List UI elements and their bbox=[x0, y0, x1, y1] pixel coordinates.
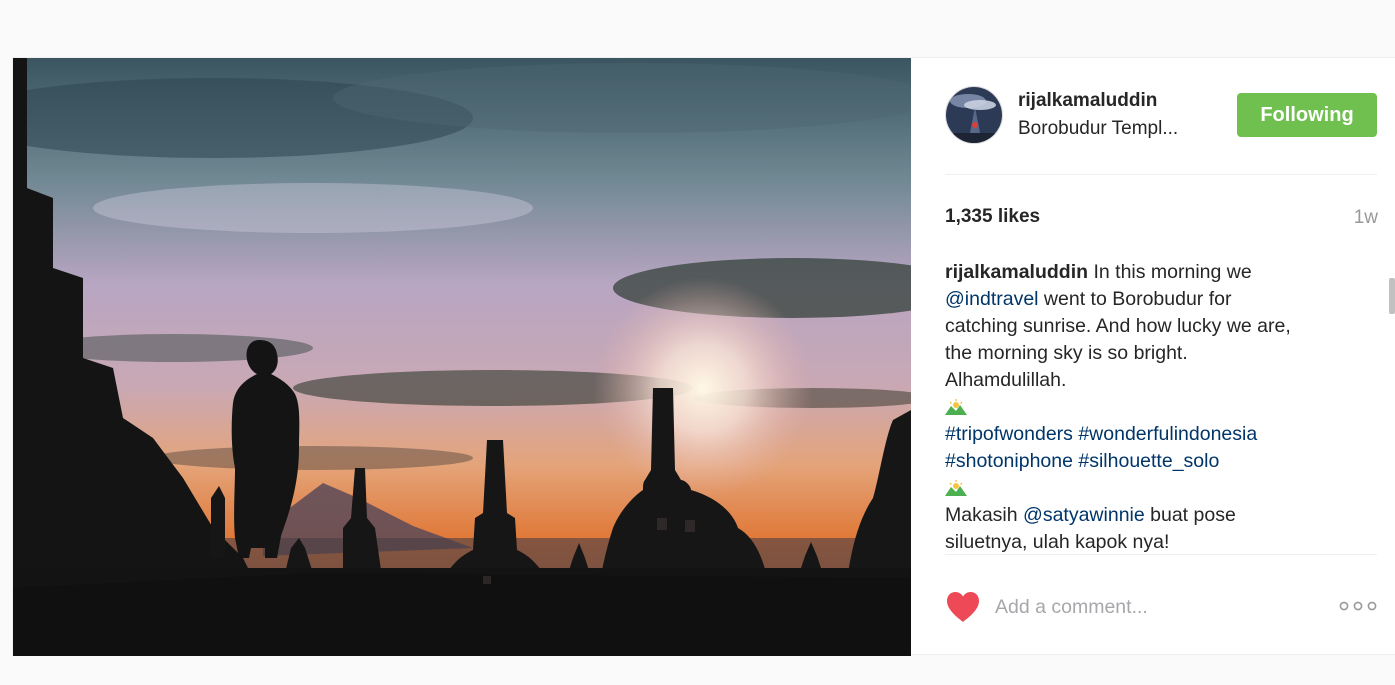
more-options-icon[interactable] bbox=[1339, 598, 1377, 614]
caption-text: catching sunrise. And how lucky we are, bbox=[945, 315, 1291, 337]
post-photo[interactable] bbox=[13, 58, 911, 656]
caption-text: went to Borobudur for bbox=[1038, 288, 1232, 310]
hashtag-link[interactable]: #shotoniphone bbox=[945, 450, 1073, 472]
caption-line: rijalkamaluddin In this morning we bbox=[945, 259, 1345, 286]
mountain-sunrise-emoji-icon bbox=[945, 399, 967, 415]
post-time[interactable]: 1w bbox=[1354, 207, 1378, 229]
post-header: rijalkamaluddin Borobudur Templ... Follo… bbox=[945, 85, 1377, 147]
hashtag-link[interactable]: #tripofwonders bbox=[945, 423, 1073, 445]
likes-count[interactable]: 1,335 likes bbox=[945, 206, 1040, 228]
caption-line bbox=[945, 475, 1345, 502]
comment-divider bbox=[945, 554, 1377, 555]
caption-text: the morning sky is so bright. bbox=[945, 342, 1188, 364]
header-divider bbox=[945, 174, 1377, 175]
caption-text: buat pose bbox=[1144, 504, 1236, 526]
caption-line: #shotoniphone #silhouette_solo bbox=[945, 448, 1345, 475]
post-location[interactable]: Borobudur Templ... bbox=[1018, 118, 1178, 140]
scrollbar-thumb[interactable] bbox=[1389, 278, 1395, 314]
post-side-panel: rijalkamaluddin Borobudur Templ... Follo… bbox=[911, 58, 1395, 656]
hashtag-link[interactable]: #silhouette_solo bbox=[1078, 450, 1219, 472]
comment-bar bbox=[945, 588, 1377, 628]
caption-text: In this morning we bbox=[1088, 261, 1252, 283]
caption-text: Makasih bbox=[945, 504, 1024, 526]
post-caption: rijalkamaluddin In this morning we @indt… bbox=[945, 259, 1345, 552]
caption-scrollbar[interactable] bbox=[1389, 254, 1395, 554]
caption-author[interactable]: rijalkamaluddin bbox=[945, 261, 1088, 283]
caption-line: #tripofwonders #wonderfulindonesia bbox=[945, 421, 1345, 448]
post-card: rijalkamaluddin Borobudur Templ... Follo… bbox=[12, 57, 1395, 656]
heart-icon[interactable] bbox=[945, 590, 981, 624]
caption-line: Makasih @satyawinnie buat pose bbox=[945, 502, 1345, 529]
caption-line: @indtravel went to Borobudur for bbox=[945, 286, 1345, 313]
avatar[interactable] bbox=[945, 86, 1003, 144]
caption-text: Alhamdulillah. bbox=[945, 369, 1067, 391]
hashtag-link[interactable]: #wonderfulindonesia bbox=[1078, 423, 1257, 445]
mountain-sunrise-emoji-icon bbox=[945, 480, 967, 496]
mention-link[interactable]: @indtravel bbox=[945, 288, 1039, 310]
comment-input[interactable] bbox=[995, 591, 1315, 623]
post-username[interactable]: rijalkamaluddin bbox=[1018, 90, 1157, 112]
caption-text: siluetnya, ulah kapok nya! bbox=[945, 531, 1170, 552]
mention-link[interactable]: @satyawinnie bbox=[1023, 504, 1145, 526]
following-button[interactable]: Following bbox=[1237, 93, 1377, 137]
caption-line bbox=[945, 394, 1345, 421]
